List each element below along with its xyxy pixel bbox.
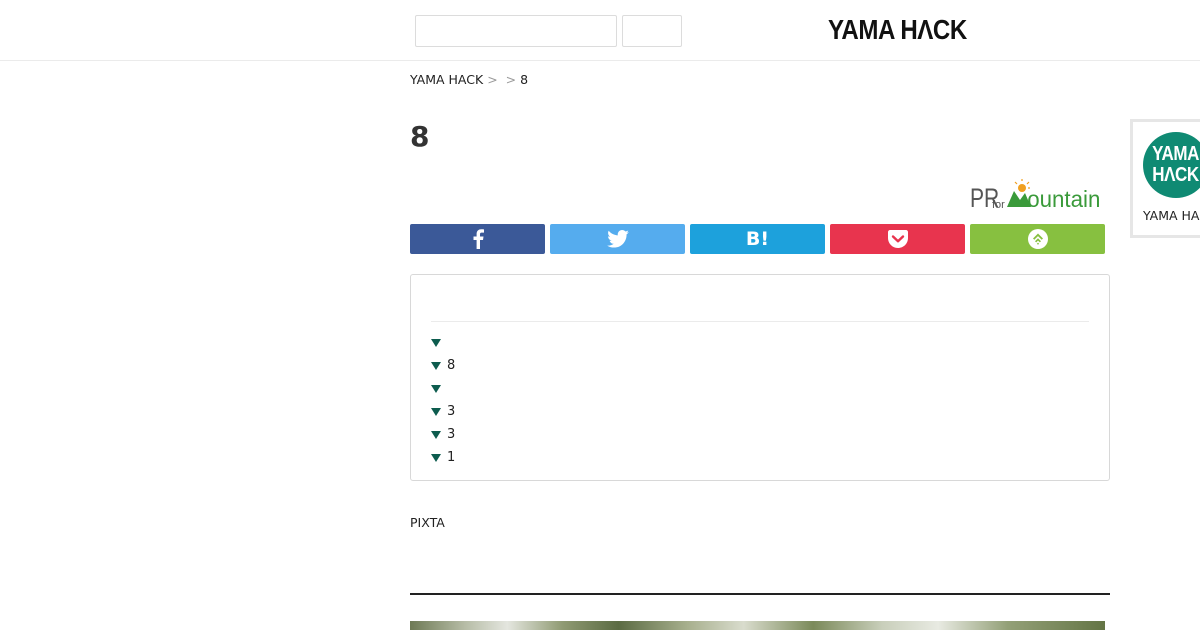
toc-list: 8 3 3 1 [431,331,455,469]
section-divider [410,593,1110,595]
toc-item[interactable]: 3 [431,400,455,423]
twitter-icon [606,230,629,248]
toc-item[interactable] [431,377,455,400]
page-title: 8 [410,120,430,153]
pr-for-mountain-logo: PR for ountain [970,178,1112,214]
site-header: YAMA HΛCK [0,0,1200,61]
chevron-down-icon [431,361,441,370]
author-name: YAMA HACK [1143,208,1200,223]
facebook-icon [473,229,484,249]
breadcrumb-separator: > [505,72,517,87]
svg-text:ountain: ountain [1027,186,1100,212]
svg-text:for: for [992,199,1005,211]
hatena-bookmark-share-button[interactable]: B! [690,224,825,254]
article-photo [410,621,1105,630]
pocket-icon [887,230,908,248]
breadcrumb-home-link[interactable]: YAMA HACK [410,72,483,87]
search-input[interactable] [415,15,617,47]
chevron-down-icon [431,384,441,393]
toc-divider [431,321,1089,322]
toc-item-label: 3 [447,427,456,442]
breadcrumb-separator: > [487,72,498,87]
toc-item[interactable]: 8 [431,354,455,377]
feedly-share-button[interactable] [970,224,1105,254]
facebook-share-button[interactable] [410,224,545,254]
pocket-share-button[interactable] [830,224,965,254]
feedly-icon [1027,229,1048,249]
avatar-logo-text: YAMA HΛCK [1152,143,1200,186]
chevron-down-icon [431,407,441,416]
chevron-down-icon [431,338,441,347]
hatena-bookmark-icon: B! [745,227,770,250]
toc-item-label: 8 [447,358,456,373]
toc-item[interactable]: 1 [431,446,455,469]
toc-item[interactable] [431,331,455,354]
breadcrumb-current: 8 [520,72,529,87]
site-logo[interactable]: YAMA HΛCK [828,14,967,46]
image-source-credit: PIXTA [410,515,445,530]
author-widget[interactable]: YAMAHΛCK YAMA HACK [1130,119,1200,238]
table-of-contents: 8 3 3 1 [410,274,1110,481]
share-buttons: B! [410,224,1110,254]
toc-item[interactable]: 3 [431,423,455,446]
twitter-share-button[interactable] [550,224,685,254]
avatar: YAMA HΛCK [1143,132,1200,198]
chevron-down-icon [431,453,441,462]
toc-item-label: 1 [447,450,456,465]
search-button[interactable] [622,15,682,47]
toc-item-label: 3 [447,404,456,419]
breadcrumb: YAMA HACK > >8 [410,72,528,87]
chevron-down-icon [431,430,441,439]
